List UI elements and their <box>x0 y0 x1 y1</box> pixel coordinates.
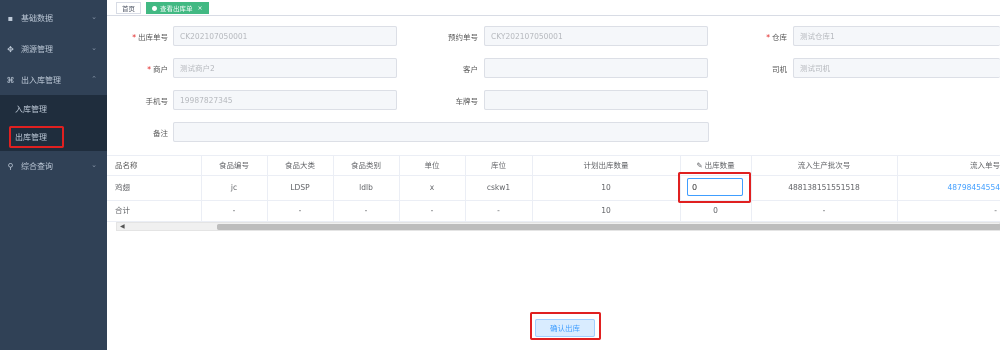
chevron-down-icon: ⌄ <box>91 44 97 52</box>
chevron-down-icon: ⌄ <box>91 161 97 169</box>
table-header: 食品编号 <box>219 160 249 170</box>
phone-field[interactable]: 19987827345 <box>173 90 397 110</box>
sidebar-item-label: 综合查询 <box>21 161 53 171</box>
table-cell: ldlb <box>359 183 373 192</box>
chevron-down-icon: ⌄ <box>91 13 97 21</box>
table-cell: - <box>497 206 500 215</box>
plate-field[interactable] <box>484 90 708 110</box>
plate-label: 车牌号 <box>455 97 479 106</box>
sidebar: ▪ 基础数据 ⌄ ✥ 溯源管理 ⌄ ⌘ 出入库管理 ⌃ 入库管理 出库管理 ⚲ … <box>0 0 107 350</box>
grid-icon: ▪ <box>7 13 14 23</box>
table-cell: x <box>429 183 435 192</box>
close-icon[interactable]: × <box>198 5 203 12</box>
table-header: 食品类别 <box>351 160 381 170</box>
merchant-label: * 商户 <box>147 65 168 74</box>
highlight-box <box>9 126 64 148</box>
sidebar-item-label: 基础数据 <box>21 13 53 23</box>
expand-icon: ✥ <box>7 44 14 54</box>
table-cell: - <box>822 206 826 215</box>
customer-field[interactable] <box>484 58 708 78</box>
customer-label: 客户 <box>463 65 478 74</box>
driver-field[interactable]: 测试司机 <box>793 58 1000 78</box>
tab-label: 首页 <box>122 5 135 13</box>
reserve-no-field[interactable]: CKY202107050001 <box>484 26 708 46</box>
warehouse-field[interactable]: 测试仓库1 <box>793 26 1000 46</box>
table-cell: 0 <box>713 206 718 215</box>
table-header: 库位 <box>491 160 506 170</box>
table-header: 流入单号 <box>970 160 1000 170</box>
table-cell: 10 <box>601 206 611 215</box>
remark-label: 备注 <box>153 129 168 138</box>
tab-home[interactable]: 首页 <box>116 2 141 14</box>
tab-view-outbound[interactable]: 查看出库单 × <box>146 2 209 14</box>
sidebar-item-inout[interactable]: ⌘ 出入库管理 ⌃ <box>0 66 107 94</box>
highlight-box <box>678 172 751 203</box>
table-cell: jc <box>230 183 238 192</box>
inflow-no-link[interactable]: 48798454554 <box>897 175 1000 200</box>
tabs-bar: 首页 查看出库单 × <box>107 0 1000 16</box>
sidebar-item-label: 溯源管理 <box>21 44 53 54</box>
shrink-icon: ⌘ <box>6 75 15 85</box>
sidebar-item-query[interactable]: ⚲ 综合查询 ⌄ <box>0 152 107 180</box>
table-cell: LDSP <box>290 183 310 192</box>
table-header: 流入生产批次号 <box>797 160 851 170</box>
outbound-no-field[interactable]: CK202107050001 <box>173 26 397 46</box>
tab-label: 查看出库单 <box>160 5 193 13</box>
sidebar-item-inbound[interactable]: 入库管理 <box>0 96 107 122</box>
table-cell: - <box>994 206 997 215</box>
table-cell: - <box>298 206 302 215</box>
table-header: 计划出库数量 <box>583 160 629 170</box>
table-cell: - <box>430 206 434 215</box>
chevron-up-icon: ⌃ <box>91 75 97 83</box>
reserve-no-label: 预约单号 <box>448 33 478 42</box>
outbound-no-label: * 出库单号 <box>132 33 168 42</box>
table-cell: 鸡翅 <box>115 183 130 192</box>
table-cell: - <box>232 206 236 215</box>
highlight-box <box>530 312 601 340</box>
table-cell: cskw1 <box>486 183 511 192</box>
sidebar-item-label: 入库管理 <box>15 104 47 114</box>
sidebar-item-basic-data[interactable]: ▪ 基础数据 ⌄ <box>0 4 107 32</box>
sidebar-item-traceability[interactable]: ✥ 溯源管理 ⌄ <box>0 35 107 63</box>
table-header: 单位 <box>424 160 440 170</box>
table-cell: 10 <box>601 183 611 192</box>
merchant-field[interactable]: 测试商户2 <box>173 58 397 78</box>
table-cell: 488138151551518 <box>788 183 860 192</box>
active-dot-icon <box>152 5 157 11</box>
search-icon: ⚲ <box>7 161 14 171</box>
phone-label: 手机号 <box>145 97 169 106</box>
driver-label: 司机 <box>772 65 787 74</box>
remark-field[interactable] <box>173 122 709 142</box>
table-cell: - <box>364 206 368 215</box>
total-label: 合计 <box>115 206 130 215</box>
sidebar-item-label: 出入库管理 <box>21 75 61 85</box>
scroll-left-icon[interactable]: ◀ <box>120 223 125 230</box>
table-header: 品名称 <box>115 160 138 170</box>
scrollbar-thumb[interactable] <box>217 224 1000 230</box>
table-header: 食品大类 <box>285 160 315 170</box>
warehouse-label: * 仓库 <box>766 33 787 42</box>
edit-icon: ✎ <box>696 160 703 170</box>
detail-table: 品名称 食品编号 食品大类 食品类别 单位 库位 计划出库数量 ✎ 出库数量 流入… <box>107 155 1000 222</box>
horizontal-scrollbar[interactable]: ◀ <box>116 222 1000 231</box>
